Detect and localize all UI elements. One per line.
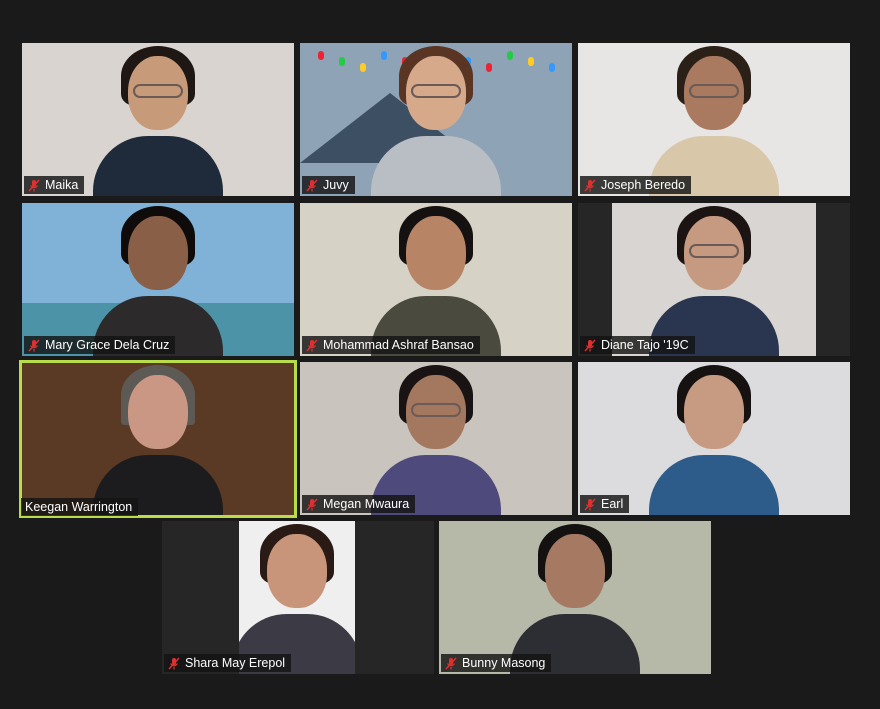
participant-video bbox=[578, 362, 850, 515]
participant-figure bbox=[510, 524, 640, 674]
person-head bbox=[684, 375, 744, 449]
video-tile-joseph-beredo[interactable]: Joseph Beredo bbox=[578, 43, 850, 196]
mic-muted-icon bbox=[306, 178, 318, 192]
participant-name: Mohammad Ashraf Bansao bbox=[323, 338, 474, 352]
participant-nameplate: Juvy bbox=[302, 176, 355, 194]
participant-name: Megan Mwaura bbox=[323, 497, 410, 511]
participant-video bbox=[22, 43, 294, 196]
light-bulb bbox=[339, 57, 345, 66]
participant-figure bbox=[239, 524, 355, 674]
person-head bbox=[545, 534, 605, 608]
mic-muted-icon bbox=[445, 656, 457, 670]
person-body bbox=[93, 136, 223, 196]
participant-nameplate: Mohammad Ashraf Bansao bbox=[302, 336, 480, 354]
eyeglasses bbox=[689, 84, 739, 98]
participant-nameplate: Joseph Beredo bbox=[580, 176, 692, 194]
video-tile-earl[interactable]: Earl bbox=[578, 362, 850, 515]
video-tile-keegan-warrington[interactable]: Keegan Warrington bbox=[19, 360, 297, 518]
participant-figure bbox=[371, 206, 501, 356]
participant-nameplate: Mary Grace Dela Cruz bbox=[24, 336, 176, 354]
mic-muted-icon bbox=[584, 178, 596, 192]
participant-name: Diane Tajo '19C bbox=[601, 338, 689, 352]
participant-video bbox=[300, 203, 572, 356]
video-tile-bunny-masong[interactable]: Bunny Masong bbox=[439, 521, 711, 674]
eyeglasses bbox=[411, 84, 461, 98]
person-head bbox=[406, 216, 466, 290]
participant-nameplate: Maika bbox=[24, 176, 85, 194]
eyeglasses bbox=[689, 244, 739, 258]
light-bulb bbox=[360, 63, 366, 72]
participant-nameplate: Keegan Warrington bbox=[21, 498, 139, 516]
participant-name: Keegan Warrington bbox=[25, 500, 133, 514]
participant-name: Juvy bbox=[323, 178, 349, 192]
video-tile-shara-may-erepol[interactable]: Shara May Erepol bbox=[162, 521, 434, 674]
video-tile-mohammad-ashraf-bansao[interactable]: Mohammad Ashraf Bansao bbox=[300, 203, 572, 356]
participant-figure bbox=[649, 365, 779, 515]
participant-video bbox=[239, 521, 355, 674]
person-head bbox=[267, 534, 327, 608]
participant-figure bbox=[649, 206, 779, 356]
participant-nameplate: Diane Tajo '19C bbox=[580, 336, 695, 354]
participant-name: Bunny Masong bbox=[462, 656, 546, 670]
participant-name: Mary Grace Dela Cruz bbox=[45, 338, 170, 352]
eyeglasses bbox=[411, 403, 461, 417]
participant-name: Joseph Beredo bbox=[601, 178, 686, 192]
participant-name: Maika bbox=[45, 178, 79, 192]
mic-muted-icon bbox=[306, 338, 318, 352]
light-bulb bbox=[507, 51, 513, 60]
participant-figure bbox=[371, 365, 501, 515]
mic-muted-icon bbox=[306, 497, 318, 511]
participant-figure bbox=[93, 365, 223, 515]
mic-muted-icon bbox=[168, 656, 180, 670]
participant-figure bbox=[93, 46, 223, 196]
participant-name: Shara May Erepol bbox=[185, 656, 286, 670]
participant-nameplate: Megan Mwaura bbox=[302, 495, 416, 513]
person-head bbox=[128, 375, 188, 449]
video-tile-juvy[interactable]: Juvy bbox=[300, 43, 572, 196]
participant-video bbox=[22, 203, 294, 356]
light-bulb bbox=[549, 63, 555, 72]
video-tile-megan-mwaura[interactable]: Megan Mwaura bbox=[300, 362, 572, 515]
participant-video bbox=[612, 203, 816, 356]
video-tile-diane-tajo-19c[interactable]: Diane Tajo '19C bbox=[578, 203, 850, 356]
video-tile-mary-grace-dela-cruz[interactable]: Mary Grace Dela Cruz bbox=[22, 203, 294, 356]
participant-video bbox=[439, 521, 711, 674]
participant-figure bbox=[649, 46, 779, 196]
participant-name: Earl bbox=[601, 497, 624, 511]
participant-figure bbox=[93, 206, 223, 356]
mic-muted-icon bbox=[584, 338, 596, 352]
light-bulb bbox=[528, 57, 534, 66]
mic-muted-icon bbox=[28, 178, 40, 192]
person-body bbox=[371, 136, 501, 196]
video-tile-maika[interactable]: Maika bbox=[22, 43, 294, 196]
light-bulb bbox=[318, 51, 324, 60]
participant-video bbox=[22, 363, 294, 515]
participant-video bbox=[300, 43, 572, 196]
participant-nameplate: Shara May Erepol bbox=[164, 654, 292, 672]
participant-nameplate: Bunny Masong bbox=[441, 654, 552, 672]
participant-video bbox=[578, 43, 850, 196]
mic-muted-icon bbox=[584, 497, 596, 511]
participant-video bbox=[300, 362, 572, 515]
person-body bbox=[649, 455, 779, 515]
participant-figure bbox=[371, 46, 501, 196]
participant-nameplate: Earl bbox=[580, 495, 630, 513]
eyeglasses bbox=[133, 84, 183, 98]
mic-muted-icon bbox=[28, 338, 40, 352]
person-head bbox=[128, 216, 188, 290]
